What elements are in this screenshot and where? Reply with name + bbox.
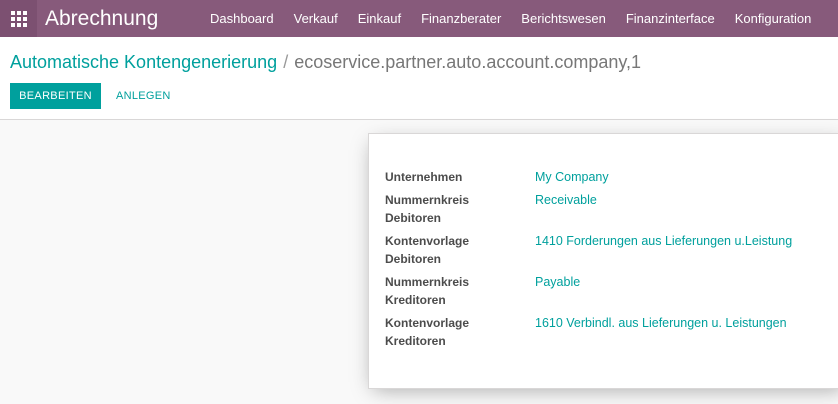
- menu-item-finanzinterface[interactable]: Finanzinterface: [616, 11, 725, 26]
- main-menu: Dashboard Verkauf Einkauf Finanzberater …: [200, 0, 821, 37]
- apps-menu-button[interactable]: [0, 0, 37, 37]
- top-navbar: Abrechnung Dashboard Verkauf Einkauf Fin…: [0, 0, 838, 37]
- apps-grid-icon: [10, 10, 27, 27]
- menu-item-einkauf[interactable]: Einkauf: [348, 11, 411, 26]
- field-label-company: Unternehmen: [385, 170, 463, 184]
- create-button[interactable]: ANLEGEN: [110, 83, 177, 109]
- breadcrumb: Automatische Kontengenerierung / ecoservic…: [10, 52, 641, 73]
- field-value-receivable-sequence[interactable]: Receivable: [535, 191, 597, 209]
- field-label-receivable-sequence: Nummernkreis Debitoren: [385, 193, 470, 225]
- app-name[interactable]: Abrechnung: [45, 7, 205, 31]
- menu-item-verkauf[interactable]: Verkauf: [284, 11, 348, 26]
- menu-item-finanzberater[interactable]: Finanzberater: [411, 11, 511, 26]
- field-label-payable-sequence: Nummernkreis Kreditoren: [385, 275, 470, 307]
- field-value-payable-template[interactable]: 1610 Verbindl. aus Lieferungen u. Leistu…: [535, 314, 787, 332]
- control-panel: Automatische Kontengenerierung / ecoservic…: [0, 37, 838, 120]
- menu-item-berichtswesen[interactable]: Berichtswesen: [511, 11, 616, 26]
- edit-button[interactable]: BEARBEITEN: [10, 83, 101, 109]
- form-sheet: Unternehmen My Company Nummernkreis Debi…: [368, 133, 838, 389]
- field-label-payable-template: Kontenvorlage Kreditoren: [385, 316, 470, 348]
- field-value-receivable-template[interactable]: 1410 Forderungen aus Lieferungen u.Leist…: [535, 232, 792, 250]
- field-label-receivable-template: Kontenvorlage Debitoren: [385, 234, 470, 266]
- breadcrumb-separator: /: [283, 52, 289, 72]
- breadcrumb-parent-link[interactable]: Automatische Kontengenerierung: [10, 52, 277, 72]
- field-value-payable-sequence[interactable]: Payable: [535, 273, 580, 291]
- field-value-company[interactable]: My Company: [535, 168, 609, 186]
- menu-item-konfiguration[interactable]: Konfiguration: [725, 11, 822, 26]
- breadcrumb-current: ecoservice.partner.auto.account.company,…: [294, 52, 642, 72]
- menu-item-dashboard[interactable]: Dashboard: [200, 11, 284, 26]
